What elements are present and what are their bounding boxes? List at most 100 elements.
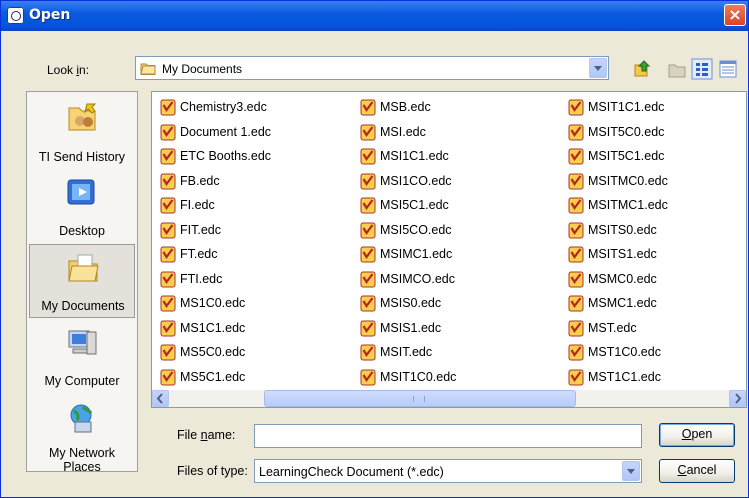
look-in-dropdown[interactable]: My Documents <box>135 56 609 80</box>
learningcheck-file-icon <box>360 148 376 165</box>
title-bar[interactable]: Open × <box>1 1 748 31</box>
file-name: Chemistry3.edc <box>180 100 267 114</box>
learningcheck-file-icon <box>360 173 376 190</box>
file-name: MSI1C1.edc <box>380 149 449 163</box>
file-name: MSIT5C1.edc <box>588 149 665 163</box>
file-name: MSIT5C0.edc <box>588 124 665 139</box>
place-label: My Computer <box>44 374 120 388</box>
chevron-left-icon <box>156 393 163 404</box>
file-name-label: File name: <box>177 428 235 442</box>
scroll-left-button[interactable] <box>152 390 169 407</box>
close-button[interactable]: × <box>724 4 746 26</box>
file-name: FB.edc <box>180 173 220 188</box>
ti-send-history-icon <box>68 103 97 131</box>
place-my-network-places[interactable]: My Network Places <box>29 396 135 474</box>
file-name-input[interactable] <box>254 424 642 448</box>
scroll-right-button[interactable] <box>729 390 746 407</box>
open-button[interactable]: Open <box>659 423 735 447</box>
file-name: MS5C0.edc <box>180 345 246 359</box>
place-label: TI Send History <box>38 150 126 164</box>
file-name: MSI.edc <box>380 124 426 139</box>
learningcheck-file-icon <box>160 369 176 386</box>
learningcheck-file-icon <box>360 99 376 116</box>
learningcheck-file-icon <box>360 124 376 141</box>
dialog-icon <box>7 7 24 24</box>
file-name: MSI5CO.edc <box>380 222 452 237</box>
learningcheck-file-icon <box>360 222 376 239</box>
look-in-label-text-end: n: <box>79 63 90 77</box>
place-desktop[interactable]: Desktop <box>29 170 135 244</box>
file-name: MSI1CO.edc <box>380 173 452 188</box>
place-ti-send-history[interactable]: TI Send History <box>29 94 135 168</box>
file-name: MSITS0.edc <box>588 222 657 237</box>
file-name: MSIT.edc <box>380 345 433 359</box>
look-in-label-text: Look <box>47 63 77 77</box>
scroll-thumb[interactable] <box>264 390 576 407</box>
file-name: MST1C0.edc <box>588 345 661 359</box>
dialog-title: Open <box>29 7 71 23</box>
learningcheck-file-icon <box>160 99 176 116</box>
file-name: MSIS1.edc <box>380 320 442 335</box>
learningcheck-file-icon <box>360 197 376 214</box>
file-name: MSI5C1.edc <box>380 198 449 212</box>
cancel-button-mnemonic: C <box>677 463 687 477</box>
place-label: Desktop <box>59 224 105 238</box>
file-name: MSMC1.edc <box>588 296 657 310</box>
new-folder-icon[interactable] <box>666 58 688 80</box>
learningcheck-file-icon <box>568 173 584 190</box>
chevron-down-icon[interactable] <box>622 461 640 481</box>
learningcheck-file-icon <box>568 320 584 337</box>
file-name: FTI.edc <box>180 271 223 286</box>
learningcheck-file-icon <box>360 295 376 312</box>
learningcheck-file-icon <box>160 173 176 190</box>
learningcheck-file-icon <box>360 344 376 361</box>
file-name: MSMC0.edc <box>588 271 657 286</box>
open-button-label: pen <box>691 427 713 441</box>
place-my-computer[interactable]: My Computer <box>29 320 135 394</box>
cancel-button-label: ancel <box>686 463 717 477</box>
place-my-documents[interactable]: My Documents <box>29 244 135 318</box>
file-name: Document 1.edc <box>180 124 272 139</box>
place-label: My Network Places <box>49 446 115 474</box>
folder-icon <box>140 63 156 75</box>
files-of-type-dropdown[interactable]: LearningCheck Document (*.edc) <box>254 459 642 483</box>
learningcheck-file-icon <box>568 222 584 239</box>
learningcheck-file-icon <box>360 320 376 337</box>
learningcheck-file-icon <box>160 320 176 337</box>
learningcheck-file-icon <box>568 271 584 288</box>
file-list[interactable]: MST1C1.edc MST1C0.edc MST.edc MSMC1.edc MSMC… <box>151 91 747 408</box>
file-name-label-text: File <box>177 428 201 442</box>
horizontal-scrollbar[interactable] <box>152 390 746 407</box>
look-in-value: My Documents <box>162 62 243 76</box>
learningcheck-file-icon <box>568 246 584 263</box>
chevron-down-icon[interactable] <box>589 58 607 78</box>
open-button-mnemonic: O <box>681 427 692 441</box>
list-view-icon[interactable] <box>691 58 713 80</box>
details-view-icon[interactable] <box>717 58 739 80</box>
cancel-button[interactable]: Cancel <box>659 459 735 483</box>
learningcheck-file-icon <box>160 295 176 312</box>
file-name: FIT.edc <box>180 222 221 237</box>
file-name: MSB.edc <box>380 100 431 114</box>
chevron-right-icon <box>735 393 742 404</box>
learningcheck-file-icon <box>160 124 176 141</box>
file-name: FT.edc <box>180 247 218 261</box>
file-name: MSITMC0.edc <box>588 173 668 188</box>
file-name: MS5C1.edc <box>180 369 246 384</box>
learningcheck-file-icon <box>360 246 376 263</box>
learningcheck-file-icon <box>160 246 176 263</box>
file-name: ETC Booths.edc <box>180 149 272 163</box>
open-dialog: Open × Look in: My Documents TI Send His… <box>0 0 749 498</box>
learningcheck-file-icon <box>160 197 176 214</box>
file-name: MSITS1.edc <box>588 247 657 261</box>
files-of-type-label: Files of type: <box>177 464 248 478</box>
learningcheck-file-icon <box>160 271 176 288</box>
learningcheck-file-icon <box>160 222 176 239</box>
learningcheck-file-icon <box>568 295 584 312</box>
up-folder-icon[interactable] <box>631 58 653 80</box>
file-name: MS1C0.edc <box>180 296 246 310</box>
learningcheck-file-icon <box>160 148 176 165</box>
file-name-label-text-end: ame: <box>207 428 236 442</box>
learningcheck-file-icon <box>568 197 584 214</box>
file-name: MSIS0.edc <box>380 296 442 310</box>
